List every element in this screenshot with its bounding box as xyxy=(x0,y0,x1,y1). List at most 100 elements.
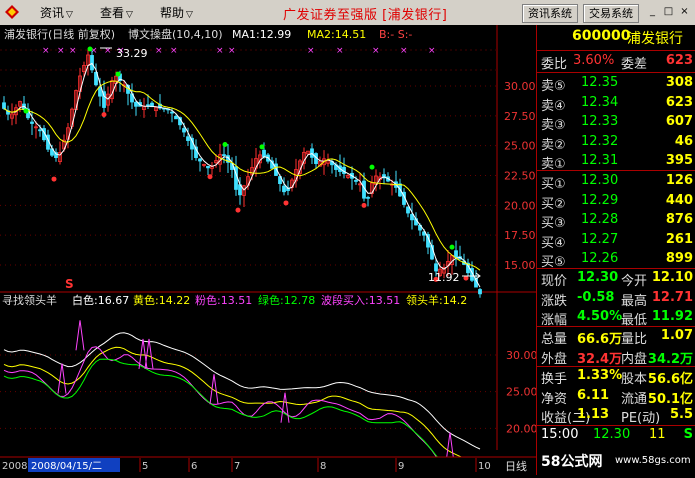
low-price-label: 11.92 xyxy=(428,271,460,284)
bid-row[interactable]: 买① 12.30 126 xyxy=(537,173,695,192)
candle-body xyxy=(434,263,438,272)
ask-row[interactable]: 卖① 12.31 395 xyxy=(537,153,695,172)
signal-dot xyxy=(207,174,213,180)
stat-row: 净资 6.11 流通 50.1亿 xyxy=(541,387,693,407)
month-label: 9 xyxy=(398,461,404,472)
menu-help[interactable]: 帮助 ▽ xyxy=(160,4,193,21)
cross-mark: × xyxy=(155,46,163,56)
minimize-icon[interactable]: _ xyxy=(645,5,660,19)
cross-mark: × xyxy=(307,46,315,56)
candle-body xyxy=(134,101,138,107)
chart-title: 浦发银行(日线 前复权) xyxy=(4,27,115,41)
wb-row: 委比 3.60% 委差 623 xyxy=(541,53,693,72)
signal-dot xyxy=(222,141,228,147)
cross-mark: × xyxy=(372,46,380,56)
bid-row[interactable]: 买⑤ 12.26 899 xyxy=(537,251,695,270)
bs-signal: B:- S:- xyxy=(379,28,412,41)
menu-info[interactable]: 资讯 ▽ xyxy=(40,4,73,21)
price-tick: 25.00 xyxy=(504,140,536,153)
signal-dot xyxy=(115,71,121,77)
candle-body xyxy=(206,165,210,169)
maximize-icon[interactable]: □ xyxy=(661,5,676,19)
tick-row: 15:00 12.30 11 S xyxy=(541,427,693,442)
candle-body xyxy=(186,136,190,141)
stat-row: 外盘 32.4万 内盘 34.2万 xyxy=(541,351,693,367)
ask-row[interactable]: 卖② 12.32 46 xyxy=(537,134,695,153)
bid-row[interactable]: 买② 12.29 440 xyxy=(537,193,695,212)
ask-row[interactable]: 卖④ 12.34 623 xyxy=(537,95,695,114)
ask-row[interactable]: 卖⑤ 12.35 308 xyxy=(537,75,695,94)
bid-row[interactable]: 买④ 12.27 261 xyxy=(537,232,695,251)
price-tick: 15.00 xyxy=(504,259,536,272)
signal-dot xyxy=(259,144,265,150)
candle-body xyxy=(282,185,286,193)
indicator-name: 博文操盘(10,4,10) xyxy=(128,27,223,41)
cross-mark: × xyxy=(428,46,436,56)
stat-row: 现价 12.30 今开 12.10 xyxy=(541,270,693,289)
date-cursor: 2008/04/15/二 xyxy=(31,461,102,472)
date-year: 2008 xyxy=(2,461,27,472)
bid-row[interactable]: 买③ 12.28 876 xyxy=(537,212,695,231)
signal-dot xyxy=(51,176,57,182)
candle-body xyxy=(406,206,410,214)
info-system-button[interactable]: 资讯系统 xyxy=(522,4,578,23)
ask-row[interactable]: 卖③ 12.33 607 xyxy=(537,114,695,133)
month-label: 10 xyxy=(478,461,491,472)
signal-dot xyxy=(23,108,29,114)
cross-mark: × xyxy=(216,46,224,56)
cross-mark: × xyxy=(69,46,77,56)
stat-row: 总量 66.6万 量比 1.07 xyxy=(541,328,693,347)
chevron-down-icon: ▽ xyxy=(66,10,73,20)
cross-mark: × xyxy=(400,46,408,56)
cross-mark: × xyxy=(228,46,236,56)
cross-mark: × xyxy=(336,46,344,56)
kline-chart-area[interactable]: 浦发银行(日线 前复权) 博文操盘(10,4,10) MA1:12.99 MA2… xyxy=(0,25,538,477)
sub-tick: 20.00 xyxy=(506,422,536,435)
trade-system-button[interactable]: 交易系统 xyxy=(583,4,639,23)
candle-body xyxy=(38,129,42,132)
s-marker: S xyxy=(65,277,74,291)
watermark: 58公式网 www.58gs.com xyxy=(541,454,691,470)
sub-white: 白色:16.67 xyxy=(72,293,129,307)
signal-dot xyxy=(283,200,289,206)
stat-row: 收益(二) 1.13 PE(动) 5.5 xyxy=(541,407,693,426)
price-tick: 27.50 xyxy=(504,110,536,123)
month-label: 8 xyxy=(320,461,326,472)
sub-leader: 领头羊:14.2 xyxy=(406,293,467,307)
candle-body xyxy=(354,180,358,182)
kline-chart[interactable]: 浦发银行(日线 前复权) 博文操盘(10,4,10) MA1:12.99 MA2… xyxy=(0,25,538,477)
stat-row: 换手 1.33% 股本 56.6亿 xyxy=(541,368,693,387)
sub-tick: 30.00 xyxy=(506,349,536,362)
cross-mark: × xyxy=(57,46,65,56)
high-price-label: 33.29 xyxy=(116,47,148,60)
sub-green: 绿色:12.78 xyxy=(258,293,315,307)
candle-body xyxy=(170,111,174,114)
candle-body xyxy=(90,55,94,71)
stat-row: 涨跌 -0.58 最高 12.71 xyxy=(541,289,693,309)
month-label: 5 xyxy=(142,461,148,472)
price-tick: 17.50 xyxy=(504,229,536,242)
cross-mark: × xyxy=(170,46,178,56)
app-logo-icon[interactable] xyxy=(4,4,20,20)
quote-panel: 600000 浦发银行 委比 3.60% 委差 623 卖⑤ 12.35 308 卖④… xyxy=(536,25,695,475)
signal-dot xyxy=(449,244,455,250)
price-tick: 20.00 xyxy=(504,199,536,212)
menu-bar: 资讯 ▽ 查看 ▽ 帮助 ▽ 广发证券至强版 [浦发银行] 资讯系统 交易系统 _ □… xyxy=(0,0,695,26)
chevron-down-icon: ▽ xyxy=(186,10,193,20)
candle-body xyxy=(222,154,226,157)
candle-body xyxy=(262,149,266,158)
candle-body xyxy=(174,115,178,120)
menu-view[interactable]: 查看 ▽ xyxy=(100,4,133,21)
candle-body xyxy=(182,128,186,133)
close-icon[interactable]: × xyxy=(677,5,692,19)
candle-body xyxy=(410,214,414,221)
signal-dot xyxy=(235,207,241,213)
price-tick: 22.50 xyxy=(504,170,536,183)
candle-body xyxy=(478,289,482,295)
signal-dot xyxy=(369,164,375,170)
cross-mark: × xyxy=(42,46,50,56)
period-label[interactable]: 日线 xyxy=(505,459,527,473)
ma2-value: MA2:14.51 xyxy=(307,28,366,41)
window-title: 广发证券至强版 [浦发银行] xyxy=(283,8,448,23)
sub-tick: 25.00 xyxy=(506,386,536,399)
